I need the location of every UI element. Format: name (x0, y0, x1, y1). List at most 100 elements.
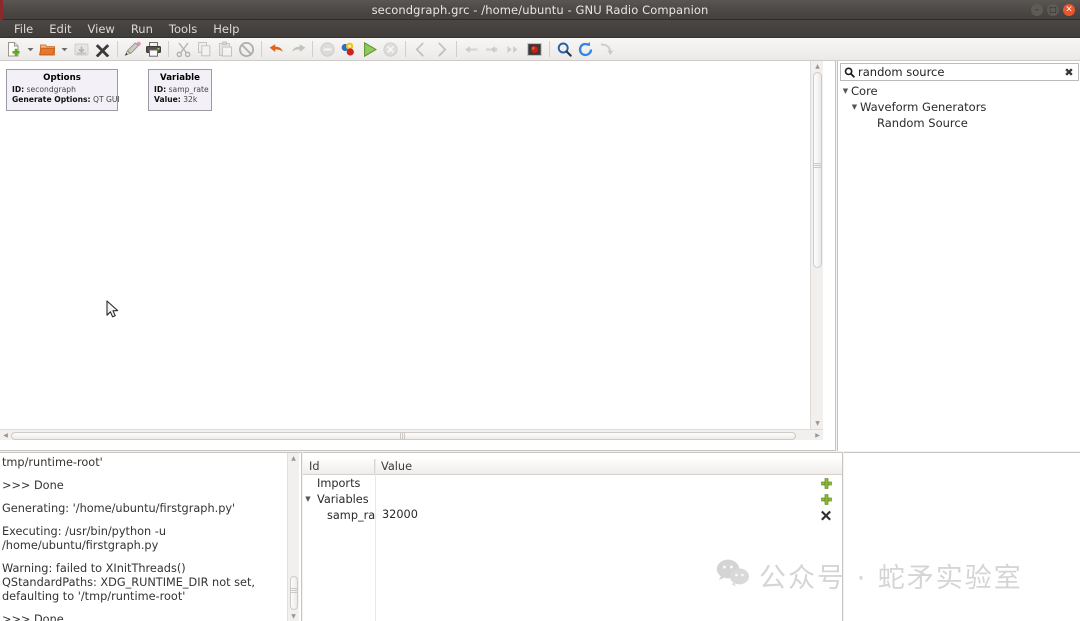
chevron-down-icon[interactable]: ▼ (840, 83, 851, 99)
menu-item-file[interactable]: File (6, 20, 41, 38)
minimize-button[interactable]: – (1031, 4, 1043, 16)
next-button[interactable] (431, 39, 452, 60)
console-line: tmp/runtime-root' (2, 456, 103, 469)
add-variable-button[interactable] (820, 493, 832, 505)
options-block-id-key: ID: (12, 84, 25, 94)
open-folder-icon (39, 44, 56, 55)
redo-button[interactable] (287, 39, 308, 60)
menu-item-run[interactable]: Run (123, 20, 161, 38)
rotate-right-icon (486, 45, 498, 53)
variable-block-value-key: Value: (154, 95, 181, 104)
tree-node-waveform-generators[interactable]: ▼ Waveform Generators (840, 99, 1079, 115)
chevron-down-icon[interactable]: ▼ (849, 99, 860, 115)
open-flowgraph-button[interactable] (37, 39, 58, 60)
more-button[interactable] (596, 39, 617, 60)
column-header-value[interactable]: Value (375, 459, 842, 474)
variable-block-row-value: Value: 32k (154, 95, 206, 106)
record-square-icon (527, 42, 542, 56)
new-flowgraph-button[interactable] (3, 39, 24, 60)
canvas-vertical-scrollbar[interactable]: ▲ ▼ (810, 61, 823, 440)
variables-table-panel[interactable]: Id Value Imports ▼ Variables samp_ra 320… (303, 452, 843, 621)
clear-search-icon[interactable]: ✖ (1060, 66, 1078, 79)
variables-table-rows: Imports ▼ Variables samp_ra 32000 (303, 475, 842, 523)
maximize-icon: □ (1049, 5, 1057, 14)
plus-icon (820, 477, 832, 489)
table-row[interactable]: Imports (303, 475, 842, 491)
stop-x-circle-icon (383, 41, 398, 57)
delete-button[interactable] (236, 39, 257, 60)
maximize-button[interactable]: □ (1047, 4, 1059, 16)
open-recent-dropdown[interactable] (58, 39, 71, 60)
new-flowgraph-dropdown[interactable] (24, 39, 37, 60)
variable-block-row-id: ID: samp_rate (154, 85, 209, 96)
add-import-button[interactable] (820, 477, 832, 489)
variable-block[interactable]: Variable ID: samp_rate Value: 32k (148, 69, 212, 111)
table-row[interactable]: ▼ Variables (303, 491, 842, 507)
console-scroll-thumb[interactable] (290, 576, 298, 610)
execute-button[interactable] (359, 39, 380, 60)
scroll-up-arrow[interactable]: ▲ (288, 453, 299, 464)
close-window-button[interactable]: × (1063, 4, 1075, 16)
errors-button[interactable] (317, 39, 338, 60)
close-x-icon (95, 43, 110, 57)
gnu-radio-companion-window: secondgraph.grc - /home/ubuntu - GNU Rad… (0, 0, 1080, 621)
cut-button[interactable] (173, 39, 194, 60)
enable-button[interactable] (503, 39, 524, 60)
reload-button[interactable] (575, 39, 596, 60)
scroll-right-arrow[interactable]: ▶ (812, 430, 823, 441)
scroll-thumb-grip (291, 588, 298, 593)
generate-button[interactable] (338, 39, 359, 60)
save-button[interactable] (71, 39, 92, 60)
save-disk-icon (74, 43, 89, 55)
menu-item-view[interactable]: View (80, 20, 123, 38)
canvas-horizontal-scrollbar[interactable]: ◀ ▶ (0, 429, 823, 440)
window-title: secondgraph.grc - /home/ubuntu - GNU Rad… (371, 3, 709, 17)
previous-button[interactable] (410, 39, 431, 60)
undo-button[interactable] (266, 39, 287, 60)
flowgraph-canvas[interactable]: Options ID: secondgraph Generate Options… (0, 61, 836, 451)
kill-button[interactable] (380, 39, 401, 60)
scroll-down-arrow[interactable]: ▼ (812, 418, 823, 429)
options-block[interactable]: Options ID: secondgraph Generate Options… (6, 69, 120, 111)
paste-button[interactable] (215, 39, 236, 60)
scroll-down-arrow[interactable]: ▼ (288, 611, 299, 621)
tree-node-core[interactable]: ▼ Core (840, 83, 1079, 99)
no-entry-icon (239, 41, 254, 57)
title-bar: secondgraph.grc - /home/ubuntu - GNU Rad… (0, 0, 1080, 20)
block-search-box[interactable]: ✖ (840, 63, 1079, 81)
play-triangle-icon (363, 41, 377, 57)
close-button[interactable] (92, 39, 113, 60)
print-button[interactable] (143, 39, 164, 60)
tree-node-random-source-label: Random Source (877, 116, 968, 130)
menu-item-help[interactable]: Help (205, 20, 247, 38)
close-icon: × (1065, 4, 1073, 15)
find-button[interactable] (554, 39, 575, 60)
table-row[interactable]: samp_rate 32000 (303, 507, 842, 523)
scroll-up-arrow[interactable]: ▲ (812, 61, 823, 72)
chevron-down-icon (27, 47, 34, 51)
search-input[interactable] (858, 63, 1060, 81)
scroll-thumb-grip (814, 163, 821, 168)
console-vertical-scrollbar[interactable]: ▲ ▼ (287, 453, 299, 621)
table-cell-id: Variables (317, 492, 369, 506)
scroll-left-arrow[interactable]: ◀ (0, 430, 11, 441)
edit-properties-button[interactable] (122, 39, 143, 60)
chevron-down-icon[interactable]: ▼ (303, 495, 313, 503)
table-cell-value[interactable] (375, 491, 842, 507)
canvas-vertical-scroll-thumb[interactable] (813, 72, 822, 268)
disable-button[interactable] (524, 39, 545, 60)
rotate-right-button[interactable] (482, 39, 503, 60)
menu-item-edit[interactable]: Edit (41, 20, 79, 38)
rotate-left-button[interactable] (461, 39, 482, 60)
tree-node-random-source[interactable]: Random Source (840, 115, 1079, 131)
menu-bar: File Edit View Run Tools Help (0, 20, 1080, 38)
copy-button[interactable] (194, 39, 215, 60)
table-cell-value[interactable] (375, 475, 842, 491)
menu-item-tools[interactable]: Tools (161, 20, 205, 38)
column-header-id[interactable]: Id (303, 459, 375, 474)
remove-variable-button[interactable] (820, 509, 832, 521)
console-panel[interactable]: tmp/runtime-root' >>> Done Generating: '… (0, 452, 302, 621)
canvas-surface[interactable]: Options ID: secondgraph Generate Options… (0, 61, 823, 440)
console-line: >>> Done (2, 613, 64, 621)
table-cell-value[interactable]: 32000 (375, 507, 842, 523)
